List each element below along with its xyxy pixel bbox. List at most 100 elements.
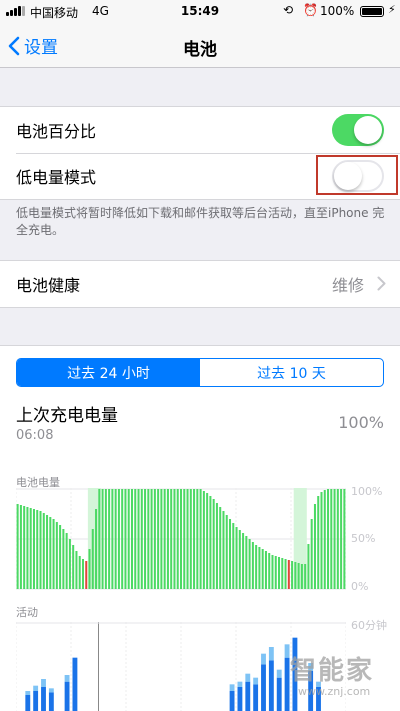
highlight-box [316, 155, 398, 195]
activity-bar-standby [41, 679, 46, 687]
activity-bar [268, 660, 274, 711]
battery-bar [183, 489, 186, 589]
battery-bar [268, 553, 271, 589]
battery-bar [209, 496, 212, 589]
battery-bar [55, 522, 58, 589]
switch-knob [354, 116, 382, 144]
battery-bar [313, 504, 316, 589]
battery-tick-50: 50% [351, 532, 376, 545]
activity-bar-standby [25, 691, 31, 695]
activity-bar-standby [284, 644, 290, 658]
chevron-right-icon [377, 276, 386, 291]
battery-bar [130, 489, 134, 589]
battery-bar [271, 555, 274, 589]
battery-bar [88, 549, 91, 589]
battery-bar [65, 533, 68, 589]
battery-bar [157, 489, 160, 589]
activity-bar [229, 691, 235, 711]
battery-bar [340, 489, 343, 589]
navigation-bar: 设置 电池 [0, 24, 400, 68]
battery-bar [176, 489, 179, 589]
activity-bar [276, 677, 282, 711]
battery-bar [300, 564, 303, 589]
activity-bar-standby [64, 675, 70, 682]
battery-bar [251, 542, 254, 589]
battery-bar [114, 489, 117, 589]
battery-bar [59, 525, 62, 589]
battery-bar [163, 489, 166, 589]
activity-bar [41, 687, 46, 711]
battery-bar [219, 507, 222, 589]
battery-bar [202, 491, 205, 589]
battery-bar [258, 547, 261, 589]
battery-bar [307, 544, 310, 589]
battery-bar [98, 489, 101, 589]
alarm-icon: ⏰ [303, 3, 318, 17]
battery-bar [248, 539, 251, 589]
battery-health-row[interactable]: 电池健康 维修 [0, 261, 400, 307]
battery-bar [235, 527, 238, 589]
battery-bar [166, 489, 169, 589]
battery-tick-100: 100% [351, 485, 383, 498]
battery-bar [29, 508, 32, 589]
activity-bar [261, 664, 266, 711]
battery-bar [320, 492, 323, 589]
activity-bar [72, 657, 78, 711]
tab-last-24-hours[interactable]: 过去 24 小时 [17, 359, 200, 386]
battery-bar [127, 489, 130, 589]
battery-bar [179, 489, 183, 589]
activity-bar-standby [268, 647, 274, 661]
battery-bar [304, 564, 307, 589]
battery-bar [170, 489, 173, 589]
battery-bar [144, 489, 147, 589]
battery-bar [137, 489, 140, 589]
battery-bar [264, 551, 267, 589]
activity-bar-standby [276, 669, 282, 678]
battery-percentage-row: 电池百分比 [0, 107, 400, 153]
battery-bar [294, 562, 297, 589]
battery-bar [215, 503, 218, 589]
battery-bar [46, 515, 49, 589]
battery-bar [297, 563, 300, 589]
battery-bar [39, 511, 42, 589]
battery-bar [278, 557, 281, 589]
activity-bar [48, 692, 54, 711]
charging-bolt-icon: ⚡ [388, 3, 396, 16]
battery-bar [189, 489, 192, 589]
battery-bar [19, 505, 22, 589]
battery-bar [206, 493, 209, 589]
battery-bar [336, 489, 339, 589]
battery-percent: 100% [320, 4, 355, 18]
battery-bar [281, 558, 284, 589]
battery-bar [232, 523, 235, 589]
battery-bar [49, 517, 52, 589]
activity-section-label: 活动 [16, 606, 38, 619]
battery-bar [111, 489, 114, 589]
activity-bar-standby [245, 673, 251, 682]
battery-bar [52, 519, 55, 589]
tab-last-10-days[interactable]: 过去 10 天 [200, 359, 383, 386]
activity-bar-standby [33, 685, 39, 691]
battery-percentage-switch[interactable] [332, 114, 384, 146]
page-title: 电池 [183, 40, 217, 60]
battery-bar [150, 489, 153, 589]
activity-bar [64, 681, 70, 711]
battery-level-chart [16, 488, 346, 590]
battery-bar [153, 489, 156, 589]
battery-bar [255, 545, 258, 589]
battery-bar [212, 499, 215, 589]
battery-bar [121, 489, 124, 589]
battery-bar [147, 489, 150, 589]
battery-bar [193, 489, 196, 589]
battery-bar [23, 506, 26, 589]
rotation-lock-icon: ⟲ [283, 3, 294, 17]
battery-bar [222, 511, 225, 589]
battery-health-group: 电池健康 维修 [0, 260, 400, 308]
battery-bar [78, 556, 81, 589]
battery-bar [75, 551, 78, 589]
battery-bar [91, 529, 94, 589]
activity-bar [284, 657, 290, 711]
activity-bar-standby [261, 653, 266, 665]
battery-bar [287, 560, 290, 589]
battery-percentage-label: 电池百分比 [16, 122, 97, 141]
